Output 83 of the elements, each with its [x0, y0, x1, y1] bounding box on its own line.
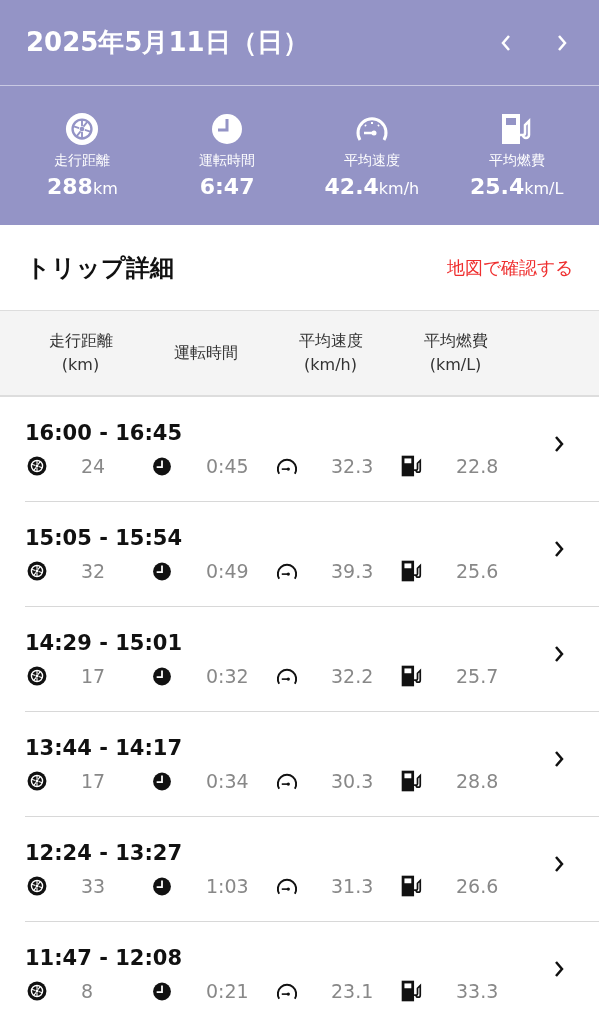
trip-time: 14:29 - 15:01: [25, 631, 184, 655]
trip-value: 17: [81, 770, 106, 792]
trip-value: 0:45: [206, 455, 249, 477]
column-header: 平均速度 (km/h): [297, 330, 364, 376]
section-title: トリップ詳細: [26, 252, 174, 284]
wheel-icon: [25, 666, 49, 686]
trip-value: 25.6: [456, 560, 499, 582]
fuel-pump-icon: [400, 665, 424, 687]
gauge-icon: [275, 772, 299, 790]
fuel-pump-icon: [400, 455, 424, 477]
gauge-icon: [275, 457, 299, 475]
trip-value: 33: [81, 875, 106, 897]
chevron-icon: [553, 749, 565, 769]
trip-time: 11:47 - 12:08: [25, 946, 184, 970]
trip-row[interactable]: 13:44 - 14:17 17 0:34 30.3 28.8: [25, 712, 599, 817]
trip-value: 0:32: [206, 665, 249, 687]
trip-row[interactable]: 16:00 - 16:45 24 0:45 32.3 22.8: [25, 397, 599, 502]
chevron-icon: [553, 434, 565, 454]
stat-label: 走行距離: [54, 152, 111, 170]
trip-row[interactable]: 11:47 - 12:08 8 0:21 23.1 33.3: [25, 922, 599, 1024]
stat-value: 25.4km/L: [469, 174, 564, 199]
column-header: 運転時間: [172, 342, 239, 364]
trip-value: 0:49: [206, 560, 249, 582]
gauge-icon: [275, 982, 299, 1000]
gauge-icon: [275, 877, 299, 895]
fuel-pump-icon: [400, 770, 424, 792]
trip-value: 22.8: [456, 455, 499, 477]
trip-row[interactable]: 12:24 - 13:27 33 1:03 31.3 26.6: [25, 817, 599, 922]
stat-label: 平均燃費: [488, 152, 545, 170]
clock-icon: [150, 456, 174, 476]
wheel-icon: [25, 981, 49, 1001]
gauge-icon: [275, 667, 299, 685]
column-header: 平均燃費 (km/L): [422, 330, 489, 376]
stat-value: 288km: [46, 174, 118, 199]
chevron-icon: [553, 959, 565, 979]
chevron-icon: [553, 854, 565, 874]
chevron-icon: [553, 539, 565, 559]
date-title: 2025年5月11日（日）: [26, 26, 310, 59]
clock-icon: [150, 981, 174, 1001]
wheel-icon: [25, 561, 49, 581]
trip-row[interactable]: 15:05 - 15:54 32 0:49 39.3 25.6: [25, 502, 599, 607]
clock-icon: [150, 876, 174, 896]
trip-value: 0:21: [206, 980, 249, 1002]
trip-value: 17: [81, 665, 106, 687]
fuel-pump-icon: [400, 980, 424, 1002]
trip-value: 33.3: [456, 980, 499, 1002]
trip-time: 15:05 - 15:54: [25, 526, 184, 550]
trip-value: 1:03: [206, 875, 249, 897]
trip-time: 12:24 - 13:27: [25, 841, 184, 865]
trip-value: 23.1: [331, 980, 374, 1002]
map-link[interactable]: 地図で確認する: [447, 255, 573, 280]
trip-row[interactable]: 14:29 - 15:01 17 0:32 32.2 25.7: [25, 607, 599, 712]
stat-label: 運転時間: [199, 152, 256, 170]
trip-value: 28.8: [456, 770, 499, 792]
trip-value: 32: [81, 560, 106, 582]
chevron-icon: [553, 644, 565, 664]
trip-value: 30.3: [331, 770, 374, 792]
trip-value: 32.3: [331, 455, 374, 477]
wheel-icon: [25, 876, 49, 896]
clock-icon: [150, 561, 174, 581]
wheel-icon: [25, 456, 49, 476]
trip-time: 16:00 - 16:45: [25, 421, 184, 445]
wheel-icon: [25, 771, 49, 791]
stat-label: 平均速度: [343, 152, 400, 170]
trip-value: 26.6: [456, 875, 499, 897]
stat-value: 42.4km/h: [324, 174, 420, 199]
clock-icon: [150, 771, 174, 791]
column-header: 走行距離 (km): [47, 330, 114, 376]
fuel-pump-icon: [400, 560, 424, 582]
clock-icon: [150, 666, 174, 686]
trip-value: 32.2: [331, 665, 374, 687]
trip-value: 24: [81, 455, 106, 477]
stat-value: 6:47: [199, 174, 255, 199]
fuel-pump-icon: [400, 875, 424, 897]
trip-value: 31.3: [331, 875, 374, 897]
trip-value: 8: [81, 980, 94, 1002]
clock-icon: [211, 112, 244, 146]
trip-value: 0:34: [206, 770, 249, 792]
trip-value: 25.7: [456, 665, 499, 687]
wheel-icon: [64, 112, 101, 146]
trip-time: 13:44 - 14:17: [25, 736, 184, 760]
gauge-icon: [275, 562, 299, 580]
trip-value: 39.3: [331, 560, 374, 582]
